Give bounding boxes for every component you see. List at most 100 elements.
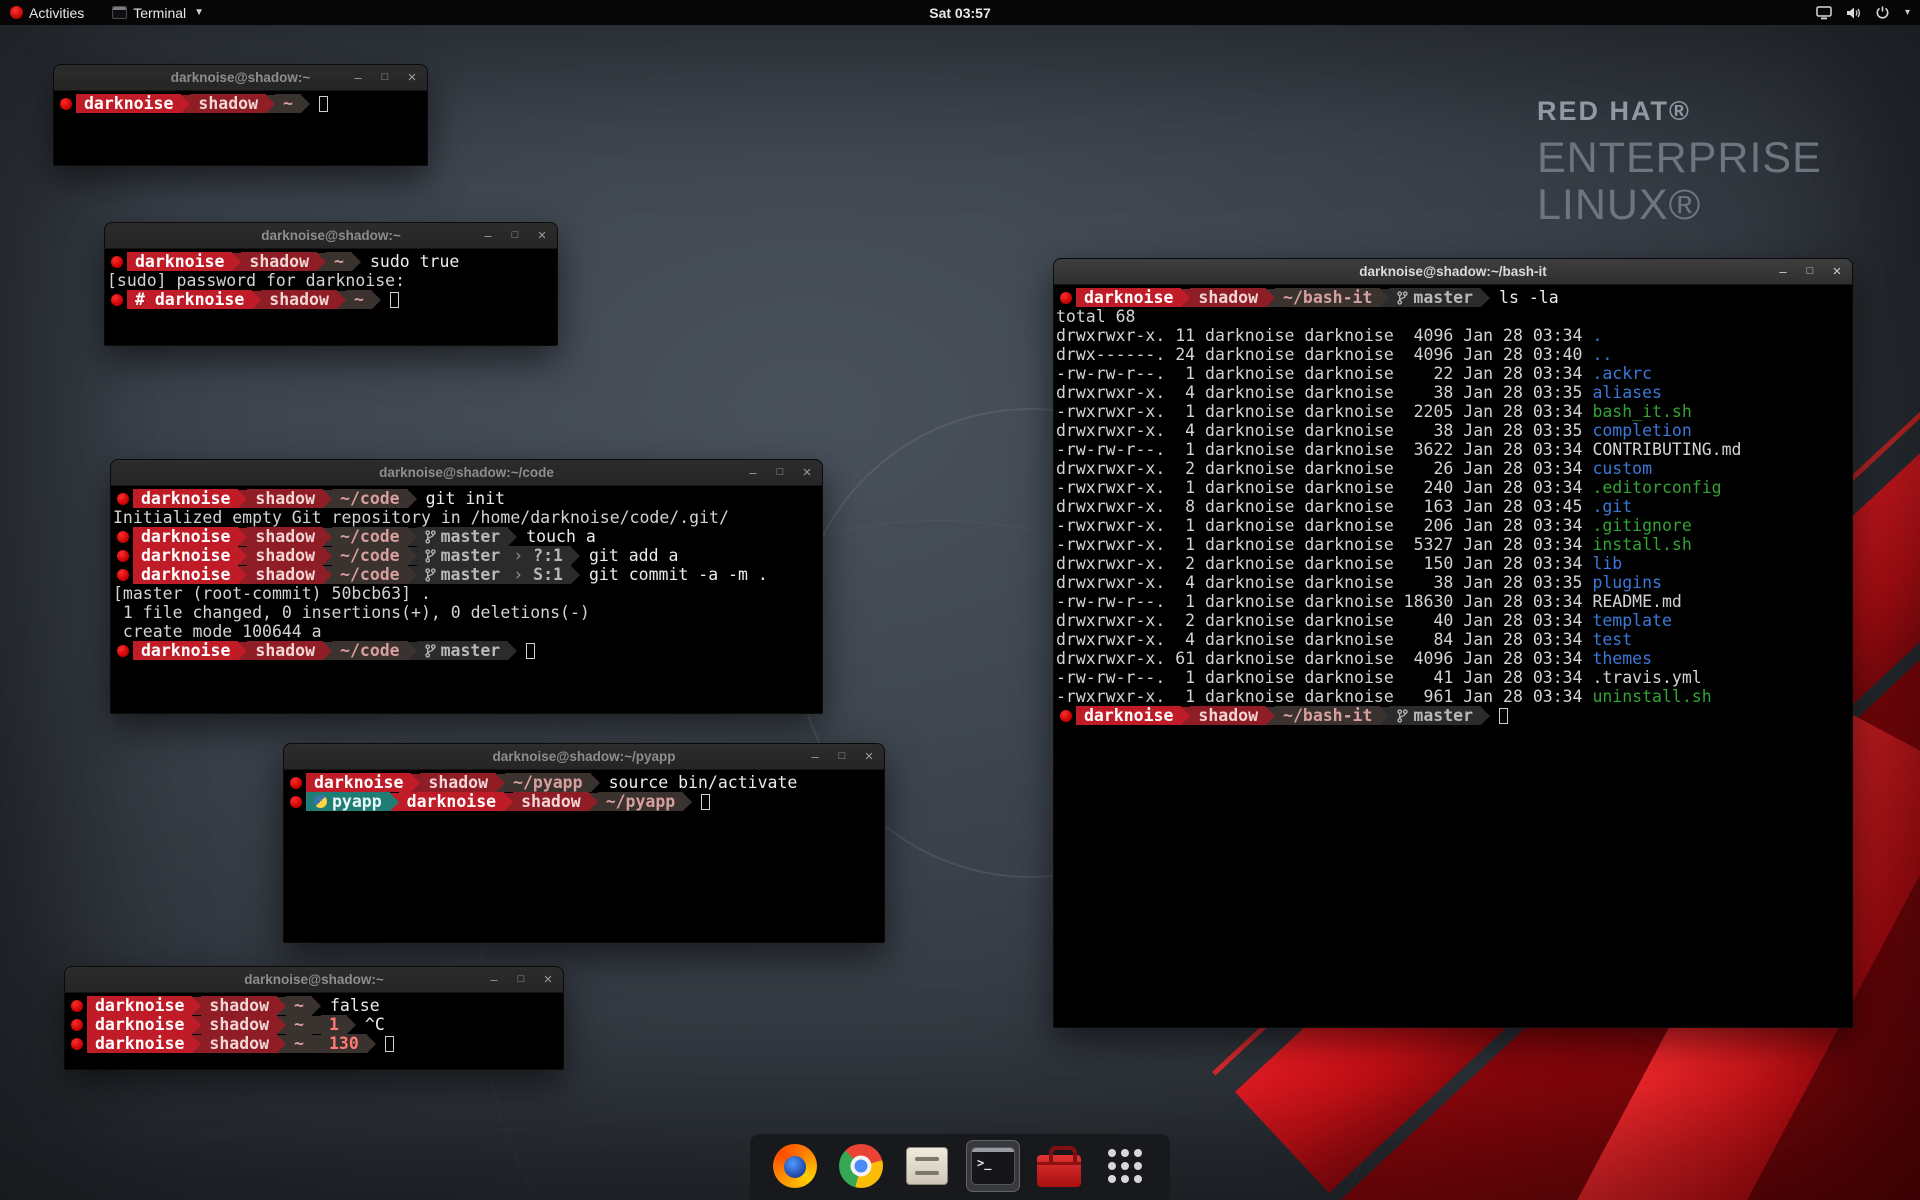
window-titlebar[interactable]: darknoise@shadow:~/bash-it–□× — [1054, 259, 1852, 285]
terminal-content[interactable]: darknoiseshadow~/pyappsource bin/activat… — [284, 771, 884, 942]
ls-row-fields: drwxrwxr-x. 61 darknoise darknoise 4096 … — [1056, 649, 1592, 668]
redhat-prompt-icon — [67, 1038, 87, 1050]
maximize-button[interactable]: □ — [514, 974, 528, 985]
powerline-arrow-icon — [323, 566, 332, 584]
terminal-window[interactable]: darknoise@shadow:~–□×darknoiseshadow~ — [53, 64, 428, 166]
dock-item-app-grid[interactable] — [1098, 1140, 1152, 1192]
maximize-button[interactable]: □ — [835, 751, 849, 762]
minimize-button[interactable]: – — [487, 973, 501, 986]
minimize-button[interactable]: – — [481, 229, 495, 242]
file-name: template — [1592, 611, 1671, 630]
prompt-segment-git: master — [417, 641, 509, 660]
window-titlebar[interactable]: darknoise@shadow:~ – □ × — [105, 223, 557, 249]
close-button[interactable]: × — [541, 972, 555, 987]
file-name: uninstall.sh — [1592, 687, 1711, 706]
powerline-arrow-icon — [1181, 289, 1190, 307]
volume-icon — [1845, 6, 1862, 20]
grid-dot — [1108, 1162, 1116, 1170]
ls-row-fields: -rw-rw-r--. 1 darknoise darknoise 18630 … — [1056, 592, 1592, 611]
maximize-button[interactable]: □ — [508, 230, 522, 241]
dock-item-firefox[interactable] — [768, 1140, 822, 1192]
dock-item-chrome[interactable] — [834, 1140, 888, 1192]
terminal-output: [master (root-commit) 50bcb63] . — [113, 584, 431, 603]
file-name: .git — [1592, 497, 1632, 516]
powerline-arrow-icon — [277, 1035, 286, 1053]
activities-button[interactable]: Activities — [0, 0, 94, 25]
window-titlebar[interactable]: darknoise@shadow:~/pyapp–□× — [284, 744, 884, 770]
prompt-segment-host: shadow — [201, 1034, 277, 1053]
window-titlebar[interactable]: darknoise@shadow:~–□× — [65, 967, 563, 993]
prompt-segment-venv: pyapp — [306, 792, 390, 811]
redhat-prompt-icon — [113, 493, 133, 505]
terminal-line: drwxrwxr-x. 4 darknoise darknoise 38 Jan… — [1056, 573, 1852, 592]
file-name: test — [1592, 630, 1632, 649]
terminal-app-icon — [112, 6, 127, 19]
window-titlebar[interactable]: darknoise@shadow:~–□× — [54, 65, 427, 91]
maximize-button[interactable]: □ — [378, 72, 392, 83]
command-text: sudo true — [370, 252, 459, 271]
file-name: .. — [1592, 345, 1612, 364]
terminal-line: drwxrwxr-x. 4 darknoise darknoise 84 Jan… — [1056, 630, 1852, 649]
window-buttons: – □ × — [1776, 259, 1844, 284]
thin-separator-icon: › — [508, 546, 528, 565]
terminal-content[interactable]: darknoiseshadow~sudo true[sudo] password… — [105, 250, 557, 345]
terminal-cursor — [319, 96, 328, 112]
close-button[interactable]: × — [862, 749, 876, 764]
prompt-segment-path: ~/code — [332, 546, 408, 565]
window-titlebar[interactable]: darknoise@shadow:~/code–□× — [111, 460, 822, 486]
minimize-button[interactable]: – — [1776, 265, 1790, 278]
dock-item-toolbox[interactable] — [1032, 1140, 1086, 1192]
dock-item-terminal[interactable]: >_ — [966, 1140, 1020, 1192]
powerline-arrow-icon — [372, 291, 381, 309]
minimize-button[interactable]: – — [746, 466, 760, 479]
powerline-arrow-icon — [508, 528, 517, 546]
redhat-prompt-icon — [113, 569, 133, 581]
terminal-window[interactable]: darknoise@shadow:~ – □ × darknoiseshadow~sud… — [104, 222, 558, 346]
window-title: darknoise@shadow:~ — [261, 228, 401, 243]
redhat-prompt-icon — [107, 256, 127, 268]
terminal-window[interactable]: darknoise@shadow:~/pyapp–□×darknoiseshad… — [283, 743, 885, 943]
prompt-segment-user: darknoise — [76, 94, 181, 113]
system-tray[interactable]: ▾ — [1816, 0, 1910, 25]
close-button[interactable]: × — [535, 228, 549, 243]
powerline-arrow-icon — [408, 547, 417, 565]
terminal-content[interactable]: darknoiseshadow~falsedarknoiseshadow~1^C… — [65, 994, 563, 1069]
chrome-icon — [839, 1144, 883, 1188]
file-name: README.md — [1592, 592, 1681, 611]
terminal-line: Initialized empty Git repository in /hom… — [113, 508, 822, 527]
close-button[interactable]: × — [1830, 264, 1844, 279]
terminal-content[interactable]: darknoiseshadow~ — [54, 92, 427, 165]
terminal-window[interactable]: darknoise@shadow:~/bash-it–□×darknoisesh… — [1053, 258, 1853, 1028]
prompt-segment-path: ~/code — [332, 527, 408, 546]
clock[interactable]: Sat 03:57 — [929, 5, 990, 21]
app-menu-button[interactable]: Terminal ▼ — [102, 0, 214, 25]
terminal-window[interactable]: darknoise@shadow:~–□×darknoiseshadow~fal… — [64, 966, 564, 1070]
window-buttons: – □ × — [351, 65, 419, 90]
prompt-segment-path: ~/code — [332, 489, 408, 508]
close-button[interactable]: × — [405, 70, 419, 85]
close-button[interactable]: × — [800, 465, 814, 480]
terminal-window[interactable]: darknoise@shadow:~/code–□×darknoiseshado… — [110, 459, 823, 714]
prompt-segment-host: shadow — [241, 252, 317, 271]
terminal-line: darknoiseshadow~false — [67, 996, 563, 1015]
grid-dot — [1108, 1149, 1116, 1157]
terminal-output: 1 file changed, 0 insertions(+), 0 delet… — [113, 603, 590, 622]
terminal-cursor — [1499, 708, 1508, 724]
minimize-button[interactable]: – — [808, 750, 822, 763]
prompt-segment-exit: 1 — [321, 1015, 347, 1034]
terminal-line: -rwxrwxr-x. 1 darknoise darknoise 961 Ja… — [1056, 687, 1852, 706]
redhat-prompt-icon — [113, 645, 133, 657]
file-name: custom — [1592, 459, 1652, 478]
dock-item-files[interactable] — [900, 1140, 954, 1192]
powerline-arrow-icon — [1380, 707, 1389, 725]
command-text: git init — [426, 489, 505, 508]
terminal-content[interactable]: darknoiseshadow~/codegit initInitialized… — [111, 487, 822, 713]
terminal-content[interactable]: darknoiseshadow~/bash-itmasterls -latota… — [1054, 286, 1852, 1027]
maximize-button[interactable]: □ — [1803, 266, 1817, 277]
minimize-button[interactable]: – — [351, 71, 365, 84]
prompt-segment-host: shadow — [201, 996, 277, 1015]
powerline-arrow-icon — [323, 490, 332, 508]
terminal-line: create mode 100644 a — [113, 622, 822, 641]
maximize-button[interactable]: □ — [773, 467, 787, 478]
dock: >_ — [750, 1134, 1170, 1200]
